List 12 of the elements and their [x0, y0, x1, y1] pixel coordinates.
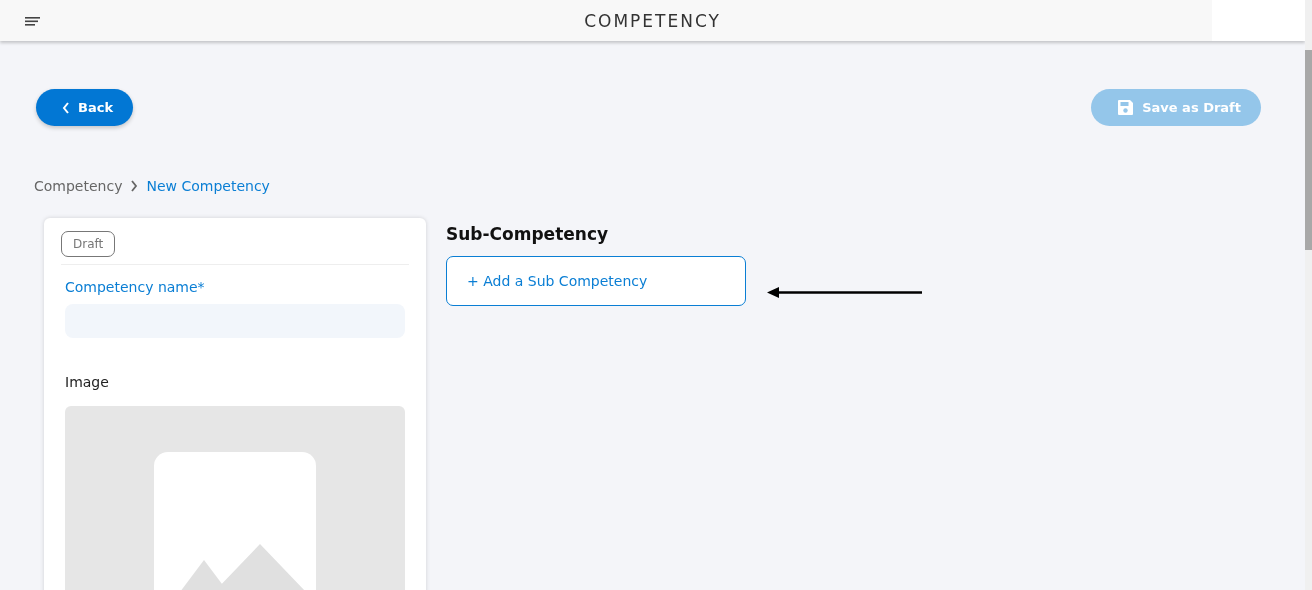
- status-badge: Draft: [61, 231, 116, 257]
- page-title: COMPETENCY: [584, 10, 721, 31]
- breadcrumb-link[interactable]: New Competency: [146, 178, 270, 194]
- add-sub-competency-button[interactable]: + Add a Sub Competency: [446, 256, 746, 306]
- field-label: Image: [65, 374, 110, 390]
- chevron-left-icon: [62, 101, 70, 114]
- section-title: Sub-Competency: [446, 224, 610, 244]
- scrollbar-thumb[interactable]: [1305, 50, 1312, 250]
- breadcrumb-link[interactable]: Competency: [34, 178, 123, 194]
- chevron-right-icon: [130, 180, 139, 192]
- back-button[interactable]: Back: [36, 89, 134, 126]
- field-label: Competency name*: [65, 279, 206, 295]
